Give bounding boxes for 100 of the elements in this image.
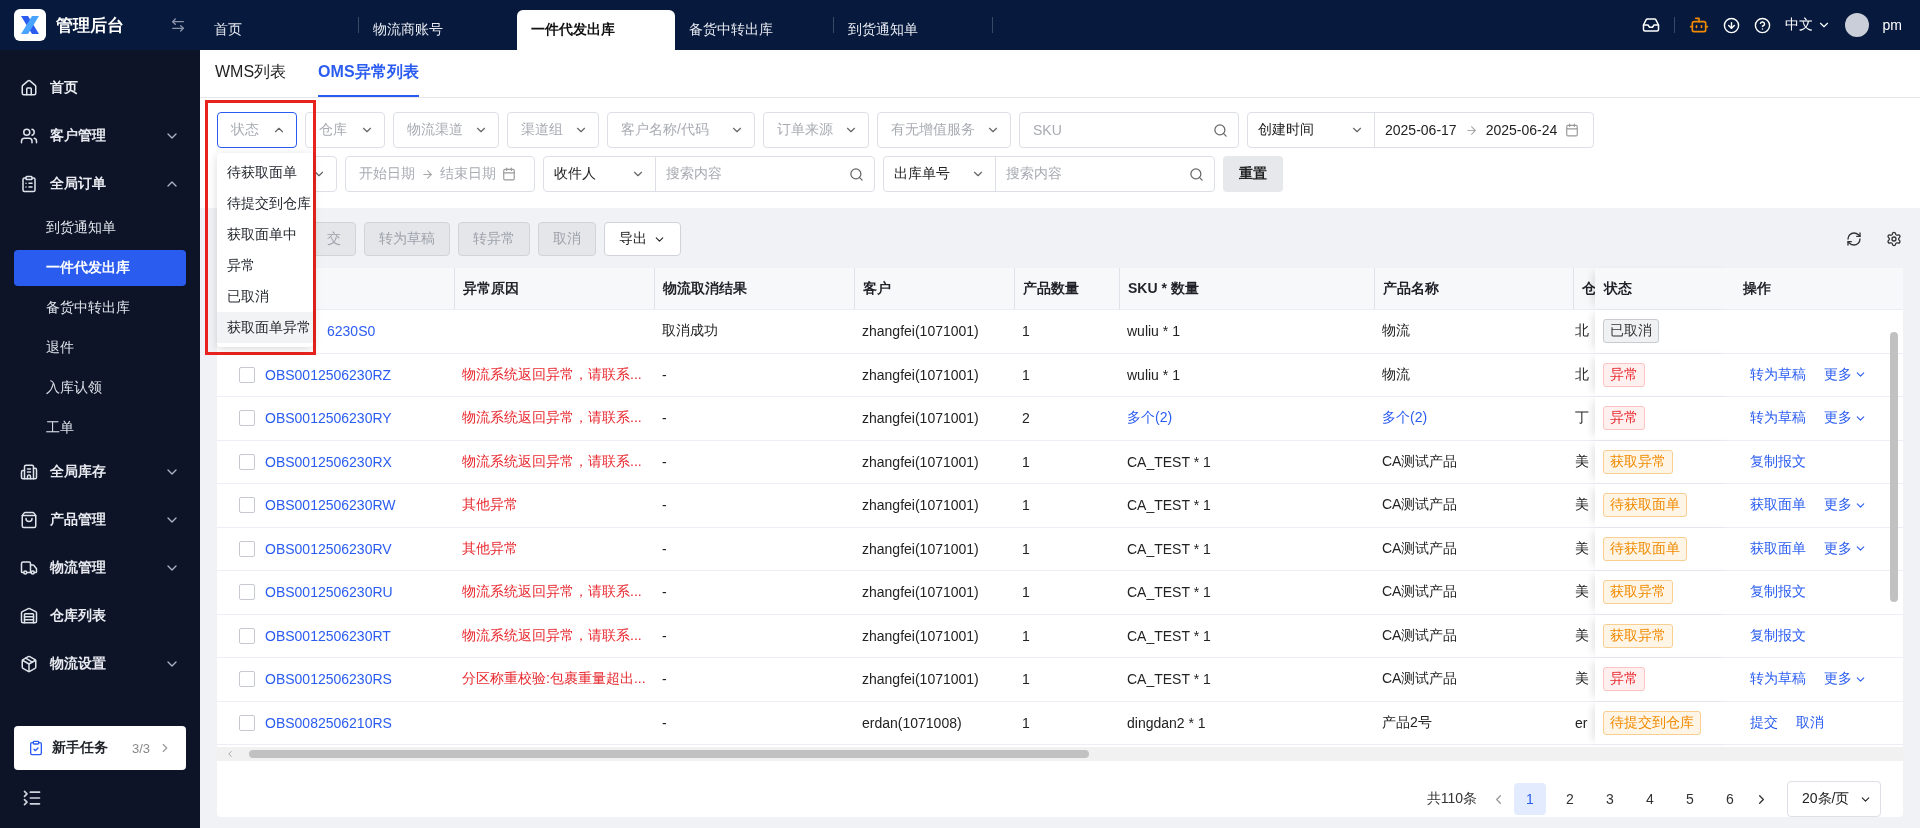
sidebar-subitem[interactable]: 退件	[14, 330, 186, 366]
page-button[interactable]: 1	[1514, 783, 1546, 815]
table-cell: 1	[1022, 540, 1030, 557]
download-icon[interactable]	[1722, 16, 1740, 34]
row-checkbox[interactable]	[239, 627, 255, 644]
action-link[interactable]: 更多	[1824, 670, 1867, 689]
toolbar-button[interactable]: 导出	[604, 222, 681, 256]
action-link[interactable]: 更多	[1824, 496, 1867, 515]
order-link[interactable]: OBS0012506230RT	[265, 627, 391, 644]
nav-tab[interactable]: 备货中转出库	[675, 10, 833, 50]
table-cell: CA_TEST * 1	[1127, 671, 1211, 688]
product-link[interactable]: 多个(2)	[1382, 409, 1428, 428]
action-link[interactable]: 提交	[1750, 713, 1778, 732]
table-cell: 物流系统返回异常，请联系...	[462, 409, 642, 428]
nav-tab[interactable]: 物流商账号	[359, 10, 517, 50]
order-link[interactable]: OBS0012506230RZ	[265, 366, 392, 383]
sidebar-item[interactable]: 全局库存	[0, 448, 200, 496]
row-checkbox[interactable]	[239, 410, 255, 427]
row-checkbox[interactable]	[239, 540, 255, 557]
scroll-left-icon[interactable]	[225, 749, 235, 759]
table-cell: 物流	[1382, 365, 1410, 384]
status-tag: 待获取面单	[1603, 493, 1687, 518]
table-cell: CA测试产品	[1382, 496, 1458, 515]
table-cell: -	[662, 540, 667, 557]
dropdown-option[interactable]: 待获取面单	[217, 157, 313, 188]
sidebar-item[interactable]: 物流管理	[0, 544, 200, 592]
page-size-select[interactable]: 20条/页	[1787, 781, 1881, 817]
action-link[interactable]: 转为草稿	[1750, 670, 1806, 689]
row-checkbox[interactable]	[239, 453, 255, 470]
action-link[interactable]: 复制报文	[1750, 452, 1806, 471]
task-card[interactable]: 新手任务 3/3	[14, 726, 186, 770]
table-cell: 其他异常	[462, 496, 518, 515]
user-name[interactable]: pm	[1882, 17, 1902, 33]
dropdown-option[interactable]: 待提交到仓库	[217, 188, 313, 219]
action-link[interactable]: 复制报文	[1750, 583, 1806, 602]
language-select[interactable]: 中文	[1784, 16, 1831, 34]
order-link[interactable]: OBS0012506230RY	[265, 410, 392, 427]
sub-tab[interactable]: OMS异常列表	[318, 50, 419, 97]
status-tag: 待提交到仓库	[1603, 710, 1701, 735]
sidebar-subitem[interactable]: 入库认领	[14, 370, 186, 406]
row-checkbox[interactable]	[239, 671, 255, 688]
action-link[interactable]: 复制报文	[1750, 626, 1806, 645]
dropdown-option[interactable]: 获取面单中	[217, 219, 313, 250]
action-link[interactable]: 更多	[1824, 409, 1867, 428]
order-link[interactable]: OBS0082506210RS	[265, 714, 392, 731]
scrollbar-thumb[interactable]	[249, 750, 1089, 758]
sidebar-item[interactable]: 客户管理	[0, 112, 200, 160]
sidebar-item[interactable]: 首页	[0, 64, 200, 112]
settings-icon[interactable]	[1886, 231, 1902, 247]
page-button[interactable]: 6	[1714, 783, 1746, 815]
sidebar-item[interactable]: 产品管理	[0, 496, 200, 544]
order-link[interactable]: OBS0012506230RW	[265, 497, 396, 514]
order-link[interactable]: OBS0012506230RV	[265, 540, 392, 557]
action-link[interactable]: 获取面单	[1750, 539, 1806, 558]
dropdown-option[interactable]: 获取面单异常	[217, 312, 313, 343]
row-checkbox[interactable]	[239, 584, 255, 601]
table-cell: 物流系统返回异常，请联系...	[462, 626, 642, 645]
action-link[interactable]: 更多	[1824, 365, 1867, 384]
inbox-icon[interactable]	[1641, 16, 1660, 34]
dropdown-option[interactable]: 异常	[217, 250, 313, 281]
page-button[interactable]: 4	[1634, 783, 1666, 815]
action-link[interactable]: 转为草稿	[1750, 409, 1806, 428]
nav-tab[interactable]: 到货通知单	[834, 10, 992, 50]
nav-tab[interactable]: 首页	[200, 10, 358, 50]
menu-item-icon	[20, 463, 38, 481]
order-link[interactable]: OBS0012506230RU	[265, 584, 393, 601]
action-link[interactable]: 取消	[1796, 713, 1824, 732]
sub-tab[interactable]: WMS列表	[215, 50, 287, 97]
page-button[interactable]: 2	[1554, 783, 1586, 815]
row-checkbox[interactable]	[239, 366, 255, 383]
sidebar-subitem[interactable]: 到货通知单	[14, 210, 186, 246]
refresh-icon[interactable]	[1846, 231, 1862, 247]
table-cell: -	[662, 714, 667, 731]
order-link[interactable]: OBS0012506230RX	[265, 453, 392, 470]
nav-tab[interactable]: 一件代发出库	[517, 10, 675, 50]
dropdown-option[interactable]: 已取消	[217, 281, 313, 312]
robot-icon[interactable]	[1688, 15, 1709, 35]
swap-icon[interactable]	[170, 17, 186, 33]
sku-link[interactable]: 多个(2)	[1127, 409, 1173, 428]
reset-button[interactable]: 重置	[1223, 156, 1283, 192]
sidebar-item[interactable]: 全局订单	[0, 160, 200, 208]
page-button[interactable]: 5	[1674, 783, 1706, 815]
row-checkbox[interactable]	[239, 497, 255, 514]
sidebar-subitem[interactable]: 一件代发出库	[14, 250, 186, 286]
sidebar-item[interactable]: 仓库列表	[0, 592, 200, 640]
scrollbar-thumb[interactable]	[1890, 332, 1898, 602]
order-link[interactable]: 6230S0	[327, 323, 376, 340]
page-button[interactable]: 3	[1594, 783, 1626, 815]
action-link[interactable]: 获取面单	[1750, 496, 1806, 515]
order-link[interactable]: OBS0012506230RS	[265, 671, 392, 688]
sidebar-subitem[interactable]: 备货中转出库	[14, 290, 186, 326]
status-tag: 获取异常	[1603, 580, 1673, 605]
sidebar-subitem[interactable]: 工单	[14, 410, 186, 446]
action-link[interactable]: 更多	[1824, 539, 1867, 558]
row-checkbox[interactable]	[239, 714, 255, 731]
action-link[interactable]: 转为草稿	[1750, 365, 1806, 384]
table-cell: CA_TEST * 1	[1127, 453, 1211, 470]
help-icon[interactable]	[1753, 16, 1771, 34]
avatar-icon[interactable]	[1844, 13, 1869, 37]
sidebar-item[interactable]: 物流设置	[0, 640, 200, 688]
